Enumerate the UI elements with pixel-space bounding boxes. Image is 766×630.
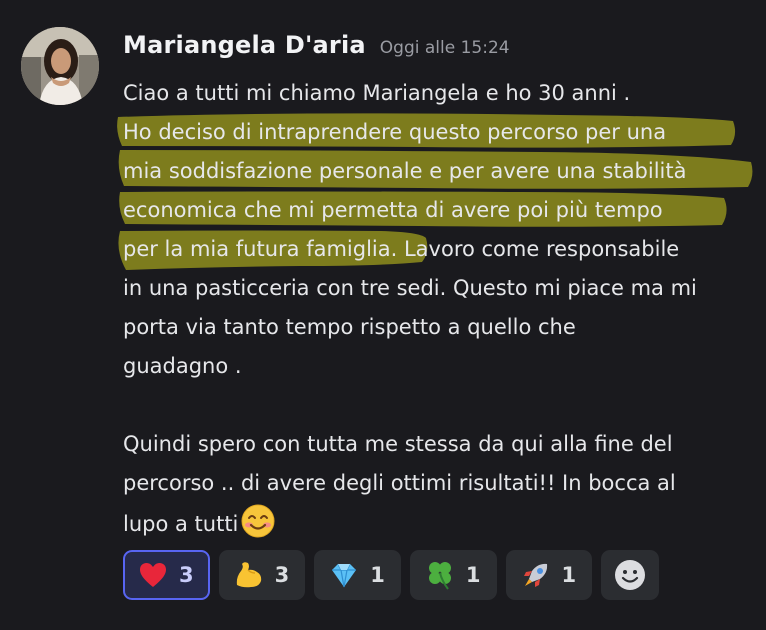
message-line: guadagno . — [123, 354, 242, 378]
username[interactable]: Mariangela D'aria — [123, 31, 366, 59]
message-line: in una pasticceria con tre sedi. Questo … — [123, 276, 697, 300]
reaction-count: 1 — [370, 563, 385, 587]
highlighted-line: mia soddisfazione personale e per avere … — [123, 159, 687, 183]
rocket-icon — [520, 559, 552, 591]
message-line: lupo a tutti — [123, 503, 753, 542]
reaction-count: 1 — [561, 563, 577, 587]
message-header: Mariangela D'aria Oggi alle 15:24 — [123, 31, 510, 71]
timestamp[interactable]: Oggi alle 15:24 — [380, 38, 510, 58]
highlighted-line: economica che mi permetta di avere poi p… — [123, 198, 663, 222]
flexed-biceps-icon — [233, 559, 265, 591]
message-line: Ciao a tutti mi chiamo Mariangela e ho 3… — [123, 81, 631, 105]
message-content: Ciao a tutti mi chiamo Mariangela e ho 3… — [123, 74, 753, 542]
message-line: Quindi spero con tutta me stessa da qui … — [123, 432, 673, 456]
chat-message: Mariangela D'aria Oggi alle 15:24 Ciao a… — [0, 0, 766, 630]
reaction-gem[interactable]: 1 — [314, 550, 401, 600]
reaction-count: 1 — [465, 563, 481, 587]
message-line: porta via tanto tempo rispetto a quello … — [123, 315, 576, 339]
reaction-rocket[interactable]: 1 — [505, 550, 593, 600]
reaction-biceps[interactable]: 3 — [218, 550, 306, 600]
red-heart-icon — [137, 559, 169, 591]
smiling-face-with-hearts-icon — [241, 504, 275, 538]
reaction-count: 3 — [274, 563, 290, 587]
add-reaction-smiley-icon — [615, 560, 646, 590]
message-text: lupo a tutti — [123, 512, 239, 536]
avatar[interactable] — [21, 27, 99, 105]
reaction-clover[interactable]: 1 — [409, 550, 497, 600]
message-line: per la mia futura famiglia. Lavoro come … — [123, 230, 753, 269]
gem-stone-icon — [328, 559, 360, 591]
message-text: Lavoro come responsabile — [397, 237, 680, 261]
message-line: percorso .. di avere degli ottimi risult… — [123, 471, 676, 495]
reaction-count: 3 — [179, 563, 194, 587]
highlighted-line: Ho deciso di intraprendere questo percor… — [123, 120, 667, 144]
highlighted-text: per la mia futura famiglia. — [123, 237, 398, 261]
reaction-bar: 3 3 1 1 1 — [123, 550, 660, 600]
reaction-heart[interactable]: 3 — [123, 550, 210, 600]
add-reaction-button[interactable] — [601, 550, 660, 600]
four-leaf-clover-icon — [424, 559, 456, 591]
